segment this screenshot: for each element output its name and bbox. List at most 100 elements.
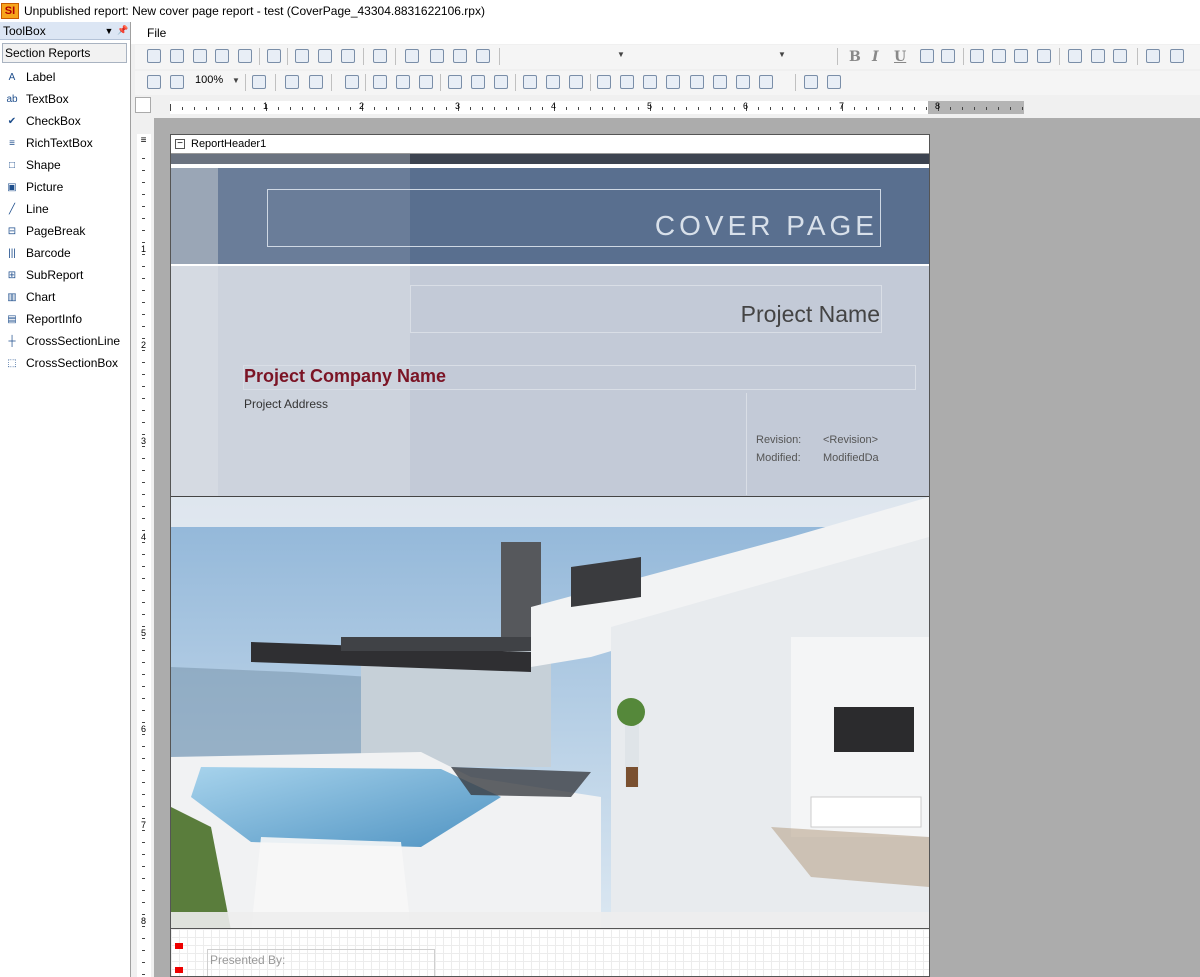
toolbox-item-crosssectionline[interactable]: ┼ CrossSectionLine [0,330,130,352]
zoom-out-icon[interactable] [147,75,161,89]
bullets-icon[interactable] [1068,49,1082,63]
ruler-number: 1 [263,101,269,111]
toolbox-item-picture[interactable]: ▣ Picture [0,176,130,198]
bring-to-front-icon[interactable] [804,75,818,89]
ruler-corner[interactable] [135,97,151,113]
top-dark-bar[interactable] [171,154,929,164]
zoom-dropdown-icon[interactable]: ▼ [232,76,240,85]
bold-icon[interactable]: B [849,49,861,65]
font-size-dropdown-icon[interactable]: ▼ [778,50,786,59]
modified-value[interactable]: ModifiedDa [823,452,881,464]
toolbox-item-label[interactable]: A Label [0,66,130,88]
open-server-icon[interactable] [193,49,207,63]
cover-title-label[interactable]: COVER PAGE [267,189,881,247]
vspace-increase-icon[interactable] [713,75,727,89]
ruler-number: 5 [141,628,147,638]
toolbox-item-barcode[interactable]: ||| Barcode [0,242,130,264]
revision-label[interactable]: Revision: [756,434,801,446]
save-as-icon[interactable] [238,49,252,63]
copy-icon[interactable] [430,49,444,63]
parameters-icon[interactable] [318,49,332,63]
preview-icon[interactable] [267,49,281,63]
align-middles-icon[interactable] [471,75,485,89]
ruler-number: 7 [839,101,845,111]
grid-icon[interactable] [1146,49,1160,63]
align-tops-icon[interactable] [448,75,462,89]
hspace-remove-icon[interactable] [666,75,680,89]
toolbox-item-line[interactable]: ╱ Line [0,198,130,220]
toolbox-item-pagebreak[interactable]: ⊟ PageBreak [0,220,130,242]
section-header-band[interactable]: − ReportHeader1 [171,135,929,154]
numbering-icon[interactable] [1091,49,1105,63]
hspace-equal-icon[interactable] [597,75,611,89]
cover-banner[interactable]: COVER PAGE [171,168,929,264]
send-to-back-icon[interactable] [827,75,841,89]
pin-icon[interactable]: 📌 [116,25,130,36]
toolbox-item-textbox[interactable]: ab TextBox [0,88,130,110]
toolbox-item-subreport[interactable]: ⊞ SubReport [0,264,130,286]
datasource-icon[interactable] [295,49,309,63]
move-icon[interactable] [252,75,266,89]
delete-icon[interactable] [476,49,490,63]
project-address-textbox[interactable]: Project Address [244,397,328,411]
align-right-icon[interactable] [1014,49,1028,63]
report-canvas[interactable]: − ReportHeader1 COVER PAGE Project Name … [170,134,930,977]
align-centers-icon[interactable] [396,75,410,89]
cut-icon[interactable] [405,49,419,63]
collapse-icon[interactable]: − [175,139,185,149]
menu-file[interactable]: File [147,26,166,40]
align-to-grid-icon[interactable] [345,75,359,89]
open-icon[interactable] [170,49,184,63]
align-center-icon[interactable] [992,49,1006,63]
font-name-dropdown-icon[interactable]: ▼ [617,50,625,59]
modified-label[interactable]: Modified: [756,452,801,464]
toolbox-item-reportinfo[interactable]: ▤ ReportInfo [0,308,130,330]
footer-area[interactable]: Presented By: [171,929,929,976]
toolbox-item-chart[interactable]: ▥ Chart [0,286,130,308]
underline-icon[interactable]: U [894,49,906,65]
script-icon[interactable] [373,49,387,63]
align-lefts-icon[interactable] [373,75,387,89]
save-icon[interactable] [215,49,229,63]
toolbox-item-label: PageBreak [26,224,86,238]
redo-icon[interactable] [309,75,323,89]
italic-icon[interactable]: I [872,49,879,65]
menu-lines-icon[interactable]: ≡ [138,136,149,148]
vspace-equal-icon[interactable] [690,75,704,89]
toolbox-item-shape[interactable]: □ Shape [0,154,130,176]
presented-by-label[interactable]: Presented By: [210,953,285,967]
indent-icon[interactable] [1113,49,1127,63]
same-width-icon[interactable] [523,75,537,89]
undo-icon[interactable] [285,75,299,89]
hspace-increase-icon[interactable] [620,75,634,89]
window-title-bar: SI Unpublished report: New cover page re… [0,0,1200,22]
toolbox-item-checkbox[interactable]: ✔ CheckBox [0,110,130,132]
justify-icon[interactable] [1037,49,1051,63]
vspace-decrease-icon[interactable] [736,75,750,89]
toolbox-item-crosssectionbox[interactable]: ⬚ CrossSectionBox [0,352,130,374]
toolbox-category-tab[interactable]: Section Reports [2,43,127,63]
font-color-icon[interactable] [920,49,934,63]
project-name-textbox[interactable]: Project Name [410,301,880,328]
snap-icon[interactable] [1170,49,1184,63]
spellcheck-icon[interactable] [941,49,955,63]
align-left-icon[interactable] [970,49,984,63]
revision-table[interactable]: Revision: <Revision> Modified: ModifiedD… [751,430,882,468]
new-report-icon[interactable] [147,49,161,63]
toolbox-item-richtextbox[interactable]: ≡ RichTextBox [0,132,130,154]
same-size-icon[interactable] [569,75,583,89]
hspace-decrease-icon[interactable] [643,75,657,89]
cover-picture[interactable] [171,496,929,929]
paste-icon[interactable] [453,49,467,63]
align-bottoms-icon[interactable] [494,75,508,89]
reportinfo-icon: ▤ [7,313,17,325]
dropdown-icon[interactable]: ▼ [102,26,116,36]
same-height-icon[interactable] [546,75,560,89]
revision-value[interactable]: <Revision> [823,434,878,446]
company-name-textbox[interactable]: Project Company Name [244,366,446,387]
align-rights-icon[interactable] [419,75,433,89]
zoom-in-icon[interactable] [170,75,184,89]
vspace-remove-icon[interactable] [759,75,773,89]
properties-icon[interactable] [341,49,355,63]
ruler-number: 6 [141,724,147,734]
